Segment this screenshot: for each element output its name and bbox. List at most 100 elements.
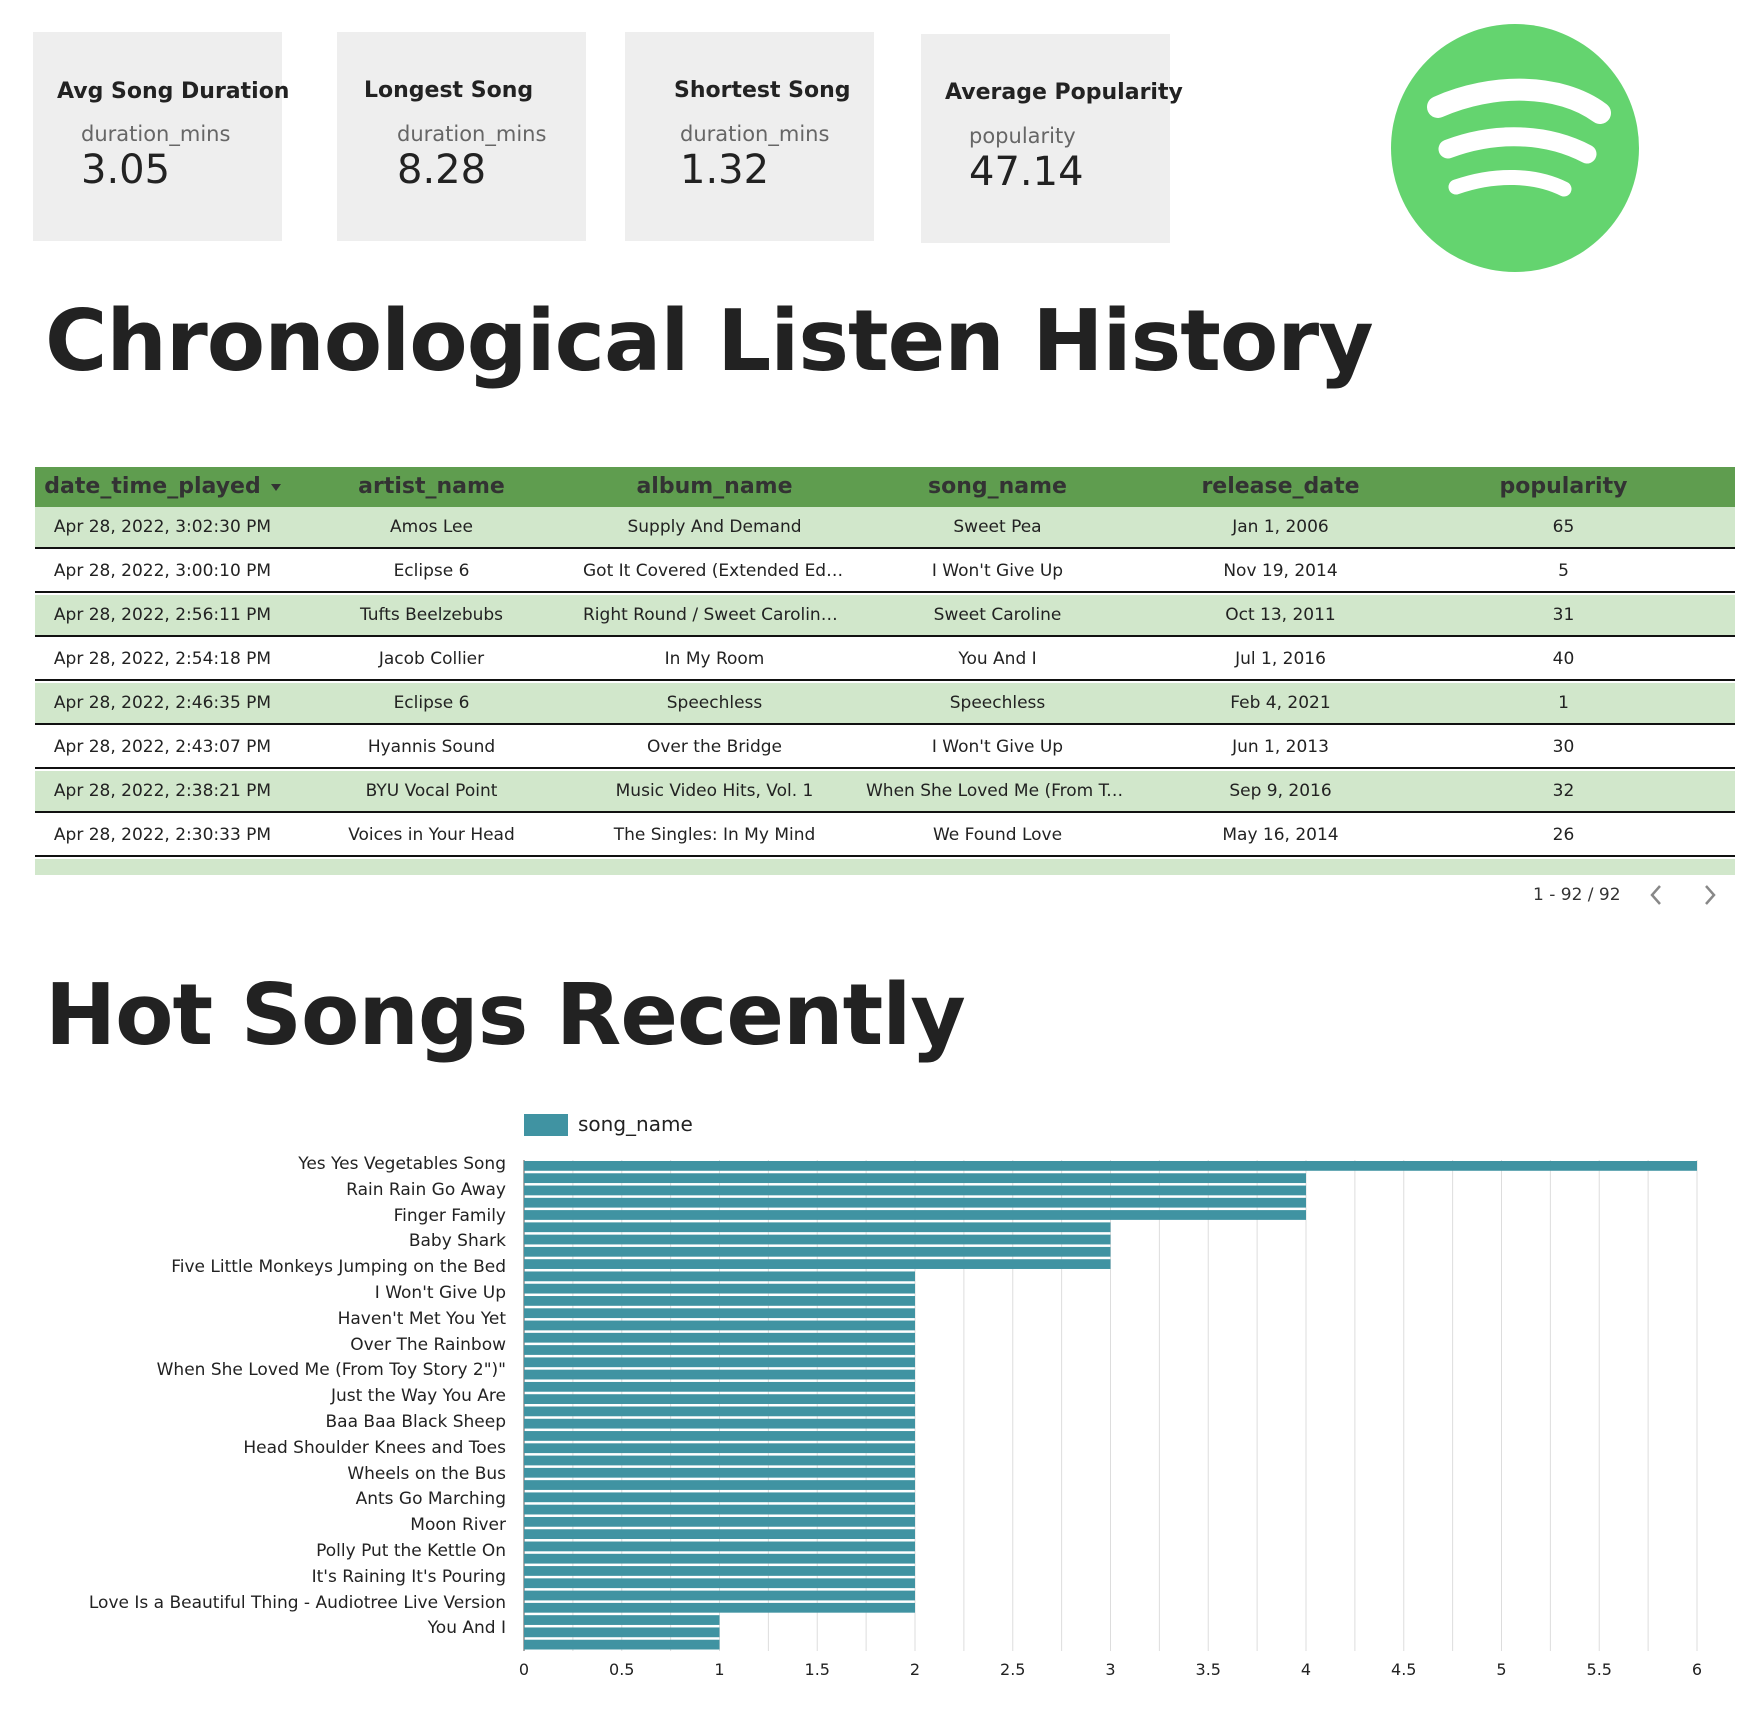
bar[interactable] xyxy=(524,1185,1306,1196)
y-axis-label: I Won't Give Up xyxy=(374,1283,506,1303)
bar[interactable] xyxy=(524,1578,915,1589)
table-cell-date-time-played: Apr 28, 2022, 3:00:10 PM xyxy=(53,561,272,581)
bar[interactable] xyxy=(524,1332,915,1343)
x-tick-label: 3.5 xyxy=(1195,1660,1221,1679)
bar[interactable] xyxy=(524,1210,1306,1220)
bar[interactable] xyxy=(524,1345,915,1355)
table-cell-date-time-played: Apr 28, 2022, 2:56:11 PM xyxy=(53,605,272,625)
table-cell-album-name: Over the Bridge xyxy=(646,737,782,757)
y-axis-label: Polly Put the Kettle On xyxy=(316,1541,506,1561)
bar[interactable] xyxy=(524,1308,915,1319)
sort-desc-icon[interactable] xyxy=(270,483,281,491)
bar[interactable] xyxy=(524,1615,720,1625)
y-axis-label: Haven't Met You Yet xyxy=(337,1308,506,1329)
kpi-label: duration_mins xyxy=(397,122,547,146)
y-axis-label: Ants Go Marching xyxy=(355,1489,506,1510)
bar[interactable] xyxy=(524,1394,915,1404)
table-cell-album-name: Supply And Demand xyxy=(627,517,802,537)
bar[interactable] xyxy=(524,1504,915,1515)
x-tick-label: 5 xyxy=(1496,1660,1507,1679)
bar[interactable] xyxy=(524,1480,915,1490)
table-row[interactable]: Apr 28, 2022, 3:00:10 PM Eclipse 6 Got It … xyxy=(35,551,1735,593)
kpi-value: 47.14 xyxy=(969,149,1084,195)
table-cell-date-time-played: Apr 28, 2022, 2:30:33 PM xyxy=(53,825,272,845)
bar[interactable] xyxy=(524,1296,915,1306)
table-row[interactable]: Apr 28, 2022, 2:38:21 PM BYU Vocal Point M… xyxy=(35,771,1735,813)
bar[interactable] xyxy=(524,1234,1111,1245)
previous-page-icon[interactable] xyxy=(1641,880,1671,910)
bar[interactable] xyxy=(524,1283,915,1294)
next-page-icon[interactable] xyxy=(1695,880,1725,910)
bar[interactable] xyxy=(524,1381,915,1392)
logo-circle xyxy=(1391,24,1639,272)
hot-songs-title: Hot Songs Recently xyxy=(45,966,966,1065)
x-tick-label: 2.5 xyxy=(1000,1660,1026,1679)
bar[interactable] xyxy=(524,1541,915,1552)
y-axis-label: Baby Shark xyxy=(408,1231,506,1252)
table-cell-release-date: May 16, 2014 xyxy=(1222,825,1339,845)
bar[interactable] xyxy=(524,1492,915,1503)
column-header-release-date[interactable]: release_date xyxy=(1139,467,1422,507)
bar[interactable] xyxy=(524,1357,915,1368)
y-axis-label: Just the Way You Are xyxy=(330,1386,506,1407)
table-cell-artist-name: Voices in Your Head xyxy=(348,825,515,845)
x-tick-label: 5.5 xyxy=(1586,1660,1612,1679)
table-cell-album-name: In My Room xyxy=(664,649,765,669)
bar[interactable] xyxy=(524,1639,720,1650)
kpi-value: 3.05 xyxy=(81,147,171,193)
bar[interactable] xyxy=(524,1566,915,1576)
y-axis-label: Over The Rainbow xyxy=(350,1334,506,1355)
column-header-song-name[interactable]: song_name xyxy=(856,467,1139,507)
x-tick-label: 1 xyxy=(714,1660,725,1679)
table-row[interactable]: Apr 28, 2022, 3:02:30 PM Amos Lee Supply A… xyxy=(35,507,1735,549)
bar[interactable] xyxy=(524,1455,915,1466)
table-cell-artist-name: Hyannis Sound xyxy=(367,737,496,757)
table-row[interactable]: Apr 28, 2022, 2:54:18 PM Jacob Collier In … xyxy=(35,639,1735,681)
y-axis-label: Moon River xyxy=(410,1515,506,1536)
kpi-value: 1.32 xyxy=(680,147,770,193)
bar[interactable] xyxy=(524,1516,915,1527)
bar[interactable] xyxy=(524,1197,1306,1208)
table-row[interactable]: Apr 28, 2022, 2:56:11 PM Tufts Beelzebubs… xyxy=(35,595,1735,637)
table-cell-song-name: I Won't Give Up xyxy=(931,561,1064,581)
bar[interactable] xyxy=(524,1553,915,1564)
bar[interactable] xyxy=(524,1369,915,1380)
bar[interactable] xyxy=(524,1246,1111,1257)
y-axis-label: Finger Family xyxy=(393,1205,506,1226)
table-cell-popularity: 32 xyxy=(1552,781,1575,801)
bar[interactable] xyxy=(524,1259,1111,1269)
bar[interactable] xyxy=(524,1406,915,1417)
kpi-value: 8.28 xyxy=(397,147,487,193)
table-cell-artist-name: Eclipse 6 xyxy=(393,561,470,581)
table-cell-release-date: Jun 1, 2013 xyxy=(1232,737,1329,757)
kpi-card-shortest-song: Shortest Song duration_mins 1.32 xyxy=(625,32,874,241)
table-cell-popularity: 1 xyxy=(1558,693,1569,713)
column-header-popularity[interactable]: popularity xyxy=(1422,467,1705,507)
bar[interactable] xyxy=(524,1602,915,1613)
bar[interactable] xyxy=(524,1418,915,1429)
bar[interactable] xyxy=(524,1529,915,1540)
table-cell-album-name: Got It Covered (Extended Editi… xyxy=(583,561,846,581)
bar[interactable] xyxy=(524,1590,915,1601)
bar[interactable] xyxy=(524,1161,1697,1171)
table-row[interactable]: Apr 28, 2022, 2:30:33 PM Voices in Your H… xyxy=(35,815,1735,857)
bar[interactable] xyxy=(524,1271,915,1282)
column-header-album-name[interactable]: album_name xyxy=(573,467,856,507)
bar[interactable] xyxy=(524,1320,915,1331)
table-row[interactable]: Apr 28, 2022, 2:46:35 PM Eclipse 6 Speechl… xyxy=(35,683,1735,725)
bar[interactable] xyxy=(524,1467,915,1478)
bar[interactable] xyxy=(524,1443,915,1454)
bar[interactable] xyxy=(524,1222,1111,1233)
bar[interactable] xyxy=(524,1431,915,1441)
bar[interactable] xyxy=(524,1627,720,1638)
y-axis-label: Baa Baa Black Sheep xyxy=(325,1412,506,1432)
table-row[interactable]: Apr 28, 2022, 2:43:07 PM Hyannis Sound Ove… xyxy=(35,727,1735,769)
table-cell-song-name: When She Loved Me (From To… xyxy=(866,781,1129,801)
table-cell-popularity: 5 xyxy=(1558,561,1569,581)
column-header-date-time-played[interactable]: date_time_played xyxy=(35,467,290,507)
pagination-label: 1 - 92 / 92 xyxy=(1533,885,1621,905)
bar[interactable] xyxy=(524,1173,1306,1184)
column-header-artist-name[interactable]: artist_name xyxy=(290,467,573,507)
x-tick-label: 4.5 xyxy=(1391,1660,1417,1679)
x-tick-label: 2 xyxy=(909,1660,921,1679)
